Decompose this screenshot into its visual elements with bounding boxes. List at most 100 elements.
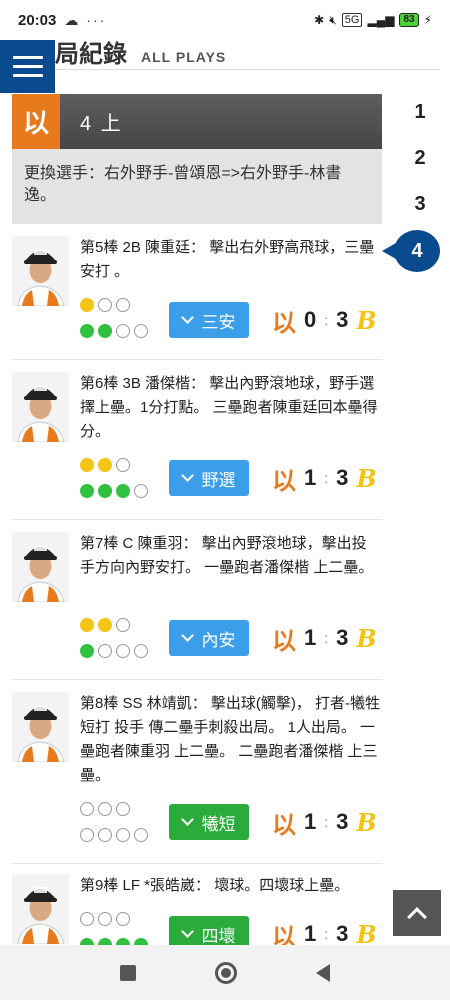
home-team-logo-icon: 以 [272,307,296,337]
out-dot [116,802,130,816]
play-description: 第6棒 3B 潘傑楷： 擊出內野滾地球，野手選擇上壘。1分打點。 三壘跑者陳重廷… [80,375,378,440]
play-result-button[interactable]: 內安 [169,620,249,656]
score-separator: : [324,470,329,486]
count-indicator [80,484,148,498]
out-dot [116,458,130,472]
play-result-label: 三安 [201,312,236,332]
out-dot [116,298,130,312]
play-result-label: 內安 [201,630,236,650]
score-display: 以1:3B [272,460,377,496]
score-separator: : [324,312,329,328]
count-dot [134,828,148,842]
away-team-logo-icon: B [356,807,377,837]
chevron-down-icon [180,311,194,324]
outs-indicator [80,618,130,632]
outs-indicator [80,458,130,472]
inning-nav-item[interactable]: 1 [390,101,450,124]
play-row: 第7棒 C 陳重羽： 擊出內野滾地球，擊出投手方向內野安打。 一壘跑者潘傑楷 上… [12,520,382,680]
play-result-label: 四壞 [201,926,236,946]
play-row: 第6棒 3B 潘傑楷： 擊出內野滾地球，野手選擇上壘。1分打點。 三壘跑者陳重廷… [12,360,382,520]
status-bar: 20:03 ☁ ··· ✱ 🔇︎ 5G ▂▄▆ 83 ⚡ [0,0,450,40]
out-dot [80,912,94,926]
chevron-down-icon [180,813,194,826]
network-icon: 5G [341,13,363,27]
count-dot [134,324,148,338]
cloud-icon: ☁ ··· [64,11,107,28]
out-dot [98,802,112,816]
play-result-button[interactable]: 犧短 [169,804,249,840]
away-score: 3 [336,307,349,332]
play-result-label: 野選 [201,470,236,490]
count-dot [80,828,94,842]
away-score: 3 [336,625,349,650]
back-button[interactable] [316,963,331,982]
count-dot [80,484,94,498]
substitution-note: 更換選手：右外野手-曾頌恩=>右外野手-林書逸。 [12,149,382,224]
inning-nav-item[interactable]: 3 [390,193,450,216]
team-logo-icon: 以 [12,94,60,149]
home-score: 1 [304,921,317,946]
count-dot [98,644,112,658]
chevron-down-icon [180,629,194,642]
home-score: 0 [304,307,317,332]
count-dot [98,324,112,338]
play-result-button[interactable]: 野選 [169,460,249,496]
recents-button[interactable] [119,964,136,981]
count-dot [134,484,148,498]
away-score: 3 [336,809,349,834]
count-dot [116,828,130,842]
count-dot [98,484,112,498]
out-dot [80,618,94,632]
player-avatar [12,692,69,762]
mute-icon: 🔇︎ [329,12,337,27]
outs-indicator [80,802,130,816]
score-separator: : [324,926,329,942]
inning-nav-active[interactable]: 4 [382,230,440,272]
home-button[interactable] [214,961,237,984]
out-dot [98,298,112,312]
hamburger-line [12,74,43,77]
out-dot [98,912,112,926]
home-score: 1 [304,625,317,650]
status-right-icons: ✱ 🔇︎ 5G ▂▄▆ 83 ⚡ [314,13,432,28]
score-separator: : [324,814,329,830]
page-title-en: ALL PLAYS [141,49,227,65]
out-dot [80,298,94,312]
back-to-top-button[interactable] [393,890,441,936]
home-team-logo-icon: 以 [272,625,296,655]
hamburger-line [12,65,43,68]
outs-indicator [80,298,130,312]
hamburger-icon [12,56,43,59]
count-dot [134,644,148,658]
system-nav-bar [0,945,450,1000]
away-team-logo-icon: B [356,305,377,335]
chevron-up-icon [407,907,427,927]
score-display: 以1:3B [272,620,377,656]
out-dot [98,458,112,472]
inning-nav-item[interactable]: 2 [390,147,450,170]
out-dot [80,802,94,816]
score-display: 以0:3B [272,302,377,338]
signal-icon: ▂▄▆ [367,13,395,27]
play-description: 第7棒 C 陳重羽： 擊出內野滾地球，擊出投手方向內野安打。 一壘跑者潘傑楷 上… [80,535,374,576]
status-time: 20:03 [18,11,57,29]
count-indicator [80,644,148,658]
count-indicator [80,828,148,842]
play-row: 第9棒 LF *張皓崴： 壞球。四壞球上壘。 四壞以 1:3 B [12,864,382,952]
bluetooth-icon: ✱ [314,13,325,27]
count-dot [116,324,130,338]
play-row: 第5棒 2B 陳重廷： 擊出右外野高飛球，三壘安打 。三安 以 0:3 B [12,228,382,360]
play-description: 第8棒 SS 林靖凱： 擊出球(觸擊)， 打者-犧牲短打 投手 傳二壘手刺殺出局… [80,695,381,784]
count-dot [116,484,130,498]
player-avatar [12,236,69,306]
chevron-down-icon [180,925,194,938]
inning-label: 4 上 [80,113,123,135]
count-indicator [80,324,148,338]
menu-button[interactable] [0,40,55,93]
out-dot [116,912,130,926]
play-result-button[interactable]: 三安 [169,302,249,338]
page-title: 局紀錄 [55,41,127,68]
charging-icon: ⚡ [423,13,432,27]
away-team-logo-icon: B [356,463,377,493]
count-dot [80,324,94,338]
